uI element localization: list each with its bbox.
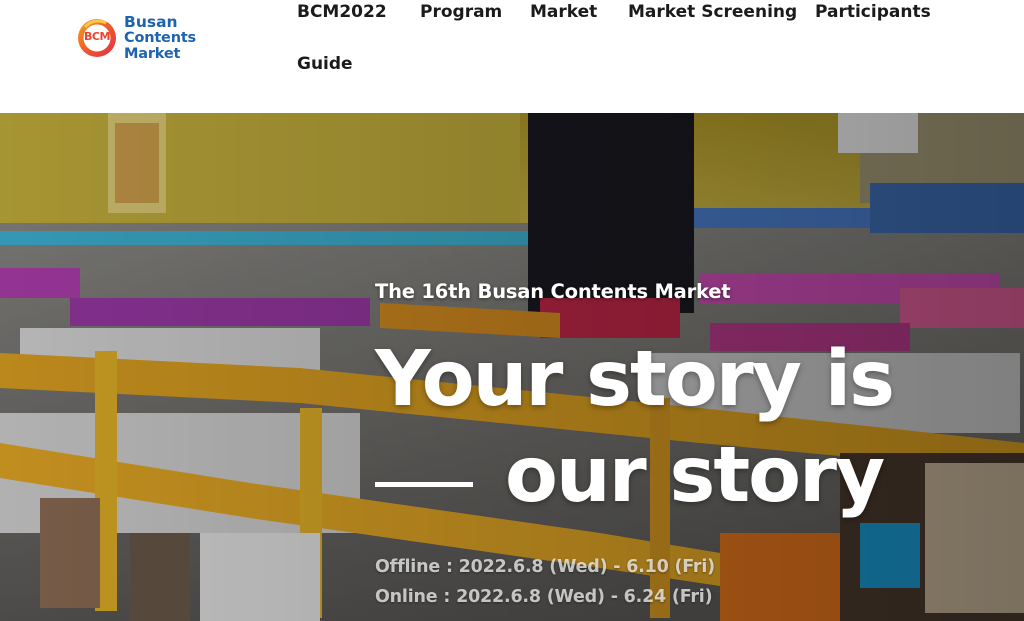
logo-line-1: Busan — [124, 13, 178, 31]
headline-line-1: Your story is — [375, 335, 895, 424]
logo-wordmark: Busan Contents Market — [124, 14, 256, 62]
site-header: BCM Busan Contents Market BCM2022 Progra… — [0, 0, 1024, 113]
offline-dates-row: Offline : 2022.6.8 (Wed) - 6.10 (Fri) — [375, 557, 715, 577]
bcm-logo-link[interactable]: BCM Busan Contents Market — [76, 14, 256, 62]
logo-line-2: Contents Market — [124, 30, 196, 62]
nav-item-bcm2022[interactable]: BCM2022 — [297, 2, 387, 22]
headline-dash — [375, 482, 473, 487]
online-dates-row: Online : 2022.6.8 (Wed) - 6.24 (Fri) — [375, 587, 713, 607]
online-dates: 2022.6.8 (Wed) - 6.24 (Fri) — [456, 587, 713, 607]
headline-line-2: our story — [505, 431, 885, 520]
bcm-logo-icon: BCM — [76, 17, 118, 59]
offline-label: Offline — [375, 557, 441, 577]
nav-item-guide[interactable]: Guide — [297, 54, 353, 74]
online-label: Online — [375, 587, 438, 607]
nav-item-program[interactable]: Program — [420, 2, 502, 22]
offline-separator: : — [445, 557, 453, 577]
logo-mark-text: BCM — [84, 30, 110, 43]
offline-dates: 2022.6.8 (Wed) - 6.10 (Fri) — [458, 557, 715, 577]
nav-item-market-screening[interactable]: Market Screening — [628, 2, 797, 22]
online-separator: : — [443, 587, 451, 607]
hero-banner: The 16th Busan Contents Market Your stor… — [0, 113, 1024, 621]
nav-item-market[interactable]: Market — [530, 2, 597, 22]
edition-title: The 16th Busan Contents Market — [375, 280, 731, 303]
nav-item-participants[interactable]: Participants — [815, 2, 931, 22]
